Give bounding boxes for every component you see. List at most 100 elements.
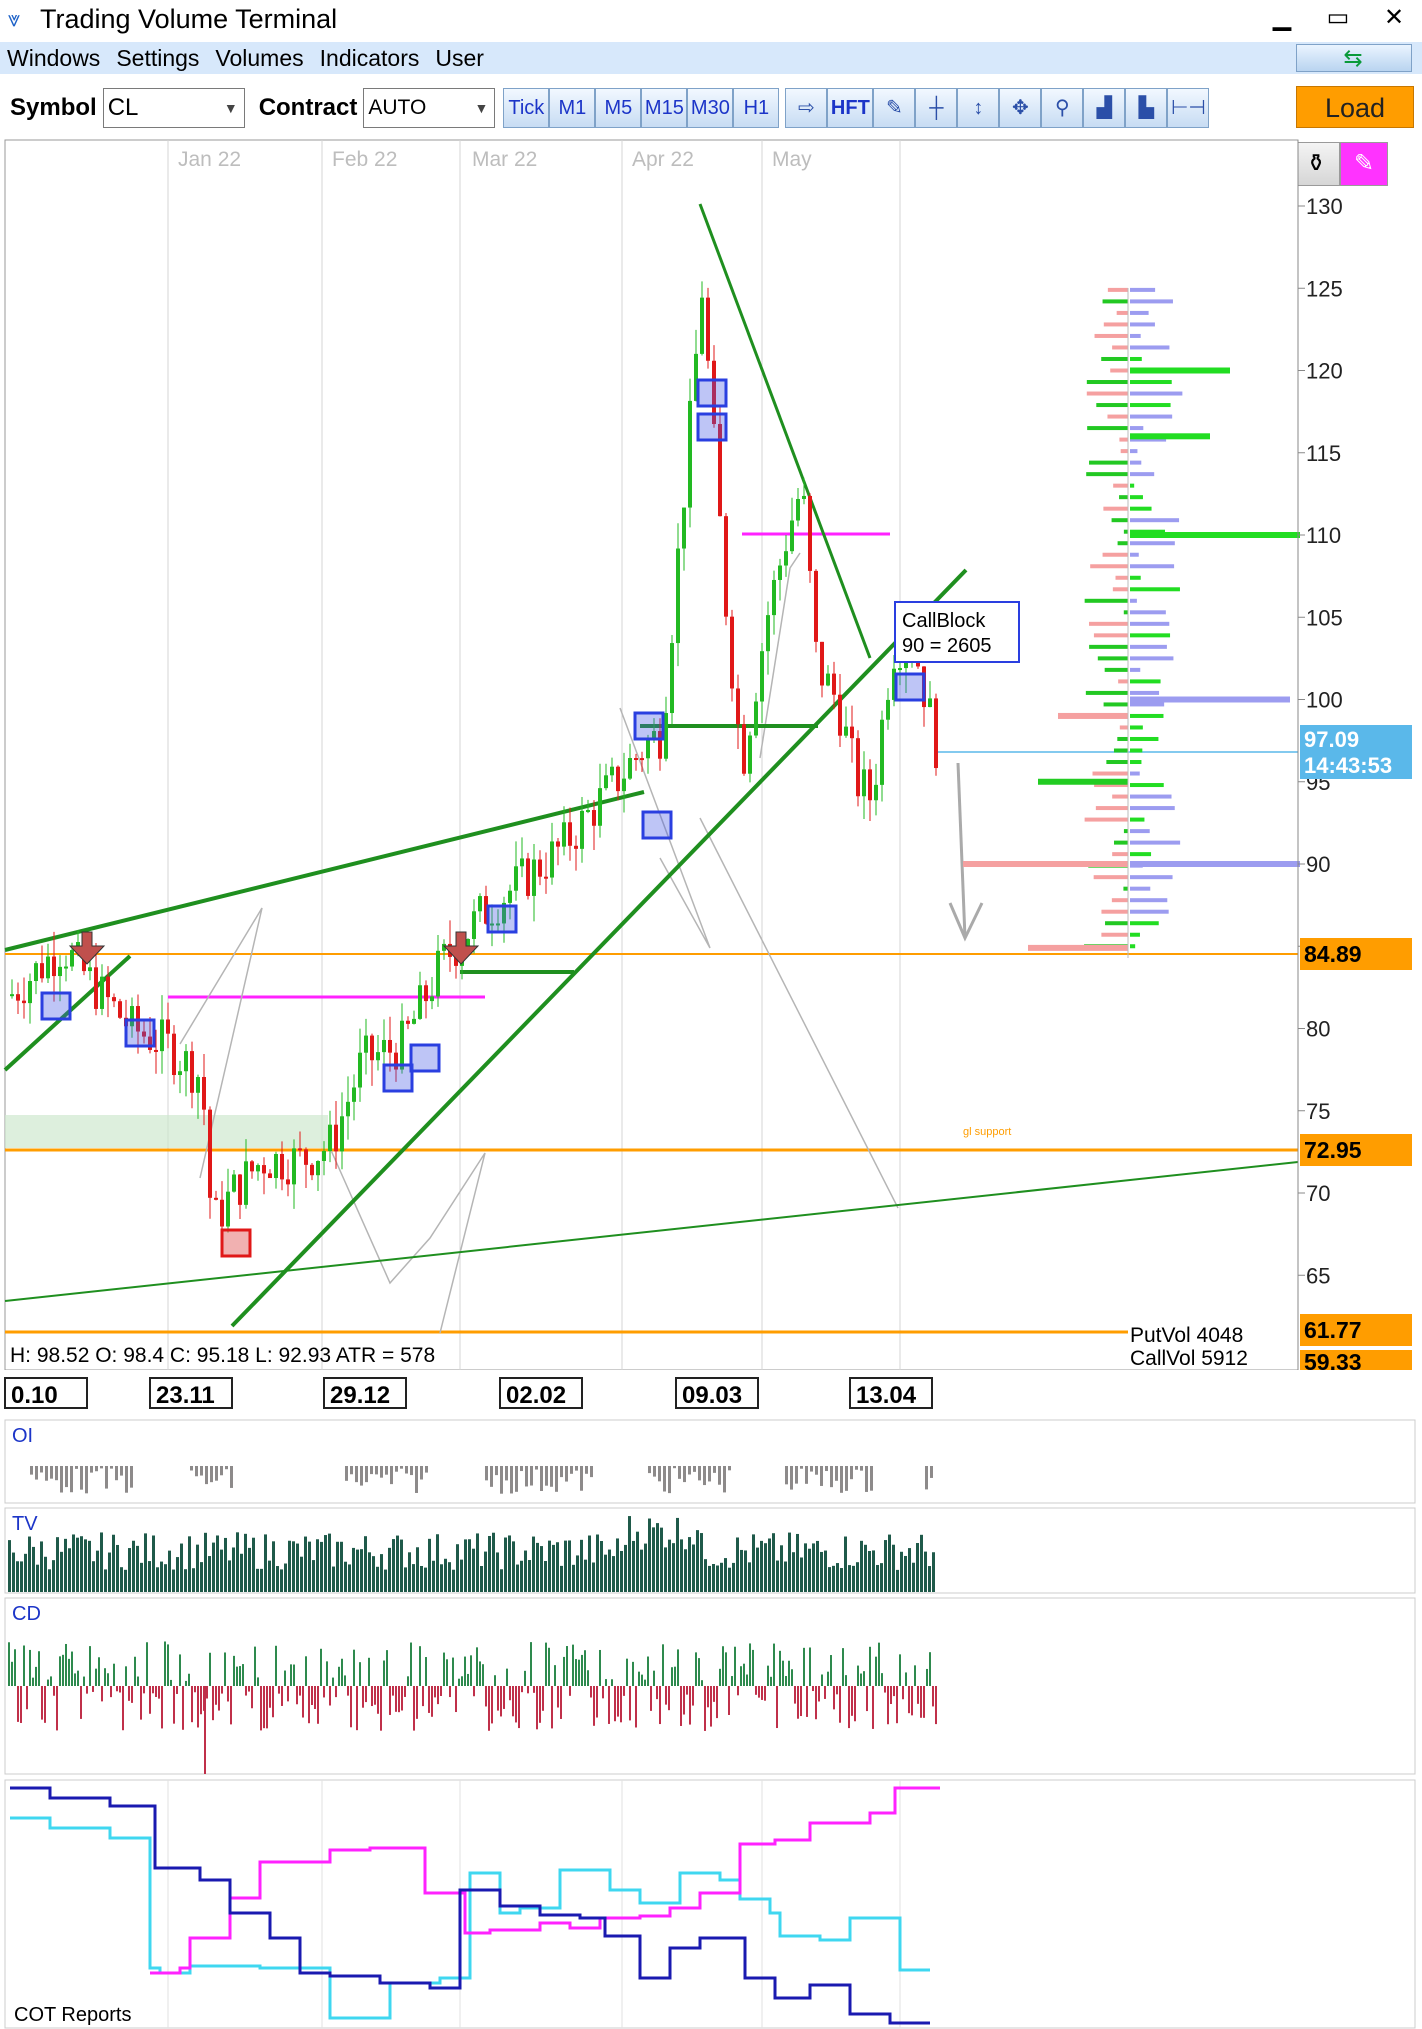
vertical-resize-icon[interactable]: ↕ xyxy=(957,88,1000,128)
cd-bar xyxy=(314,1686,316,1709)
profile-bar-left xyxy=(1106,760,1128,765)
minimize-button[interactable]: ▁ xyxy=(1254,0,1310,38)
candle-body xyxy=(400,1020,404,1070)
candle-body xyxy=(640,758,644,761)
candle-body xyxy=(730,616,734,689)
candle-body xyxy=(370,1035,374,1061)
candle-body xyxy=(298,1148,302,1151)
maximize-button[interactable]: ▭ xyxy=(1310,0,1366,38)
menu-volumes[interactable]: Volumes xyxy=(215,45,303,72)
tf-tick-button[interactable]: Tick xyxy=(503,88,550,128)
tv-bar xyxy=(8,1540,11,1592)
cd-bar xyxy=(935,1686,937,1725)
cd-bar xyxy=(539,1686,541,1723)
oi-bar xyxy=(860,1466,863,1471)
range-icon[interactable]: ⊢⊣ xyxy=(1167,88,1210,128)
tv-bar xyxy=(364,1536,367,1592)
tv-bar xyxy=(616,1538,619,1592)
candle-body xyxy=(934,698,938,769)
candle-body xyxy=(232,1174,236,1192)
pen-icon[interactable]: ✎ xyxy=(873,88,916,128)
delta-bars-icon[interactable]: ▙ xyxy=(1125,88,1168,128)
profile-bar-right xyxy=(1130,414,1173,419)
cd-bar xyxy=(932,1686,934,1707)
oi-bar xyxy=(355,1466,358,1483)
tf-m1-button[interactable]: M1 xyxy=(549,88,596,128)
menu-settings[interactable]: Settings xyxy=(116,45,199,72)
profile-bar-left xyxy=(1102,552,1128,557)
candle-body xyxy=(244,1161,248,1205)
candle-body xyxy=(10,994,14,997)
cd-bar xyxy=(410,1642,412,1686)
contract-select[interactable]: AUTO ▼ xyxy=(363,88,496,128)
tf-m30-button[interactable]: M30 xyxy=(687,88,734,128)
sync-button[interactable]: ⇆ xyxy=(1296,44,1412,72)
tv-bar xyxy=(140,1562,143,1592)
tf-m5-button[interactable]: M5 xyxy=(595,88,642,128)
load-button[interactable]: Load xyxy=(1296,86,1414,128)
callvol-readout: CallVol 5912 xyxy=(1130,1347,1248,1370)
tv-bar xyxy=(304,1536,307,1592)
menu-windows[interactable]: Windows xyxy=(7,45,100,72)
cd-bar xyxy=(653,1670,655,1686)
cd-bar xyxy=(479,1661,481,1686)
star-arrow-icon[interactable]: ⇨ xyxy=(785,88,828,128)
tv-bar xyxy=(700,1533,703,1592)
menu-indicators[interactable]: Indicators xyxy=(320,45,420,72)
price-tick-label: 70 xyxy=(1306,1181,1330,1206)
tv-bar xyxy=(692,1544,695,1592)
oi-bar xyxy=(825,1466,828,1472)
profile-bar-right xyxy=(1130,495,1143,500)
oi-bar xyxy=(115,1466,118,1481)
cd-bar xyxy=(830,1655,832,1686)
move-icon[interactable]: ✥ xyxy=(999,88,1042,128)
zoom-icon[interactable]: ⚲ xyxy=(1041,88,1084,128)
tv-bar xyxy=(760,1540,763,1592)
profile-bar-right xyxy=(1130,932,1140,937)
cd-bar xyxy=(404,1686,406,1697)
cd-bar xyxy=(293,1664,295,1686)
tf-h1-button[interactable]: H1 xyxy=(733,88,780,128)
price-tick-label: 125 xyxy=(1306,276,1343,301)
tv-bar xyxy=(704,1559,707,1592)
oi-bar xyxy=(360,1466,363,1486)
oi-bar xyxy=(658,1466,661,1482)
tv-bar xyxy=(260,1568,263,1592)
cd-bar xyxy=(128,1686,130,1701)
cot-pane: COT Reports xyxy=(4,1779,1416,2029)
tv-bar xyxy=(172,1569,175,1592)
profile-bar-left xyxy=(1086,391,1128,396)
profile-bar-left xyxy=(1118,679,1128,684)
hft-button[interactable]: HFT xyxy=(827,88,874,128)
cd-bar xyxy=(455,1686,457,1713)
candle-body xyxy=(160,1019,164,1052)
volume-bars-icon[interactable]: ▟ xyxy=(1083,88,1126,128)
tv-bar xyxy=(148,1561,151,1592)
candle-body xyxy=(220,1199,224,1227)
tv-bar xyxy=(516,1564,519,1592)
cd-bar xyxy=(569,1686,571,1696)
cd-bar xyxy=(326,1661,328,1686)
tf-m15-button[interactable]: M15 xyxy=(641,88,688,128)
profile-bar-right xyxy=(1130,840,1181,845)
tv-bar xyxy=(624,1544,627,1592)
profile-bar-right xyxy=(1130,736,1159,741)
cd-bar xyxy=(692,1686,694,1706)
close-button[interactable]: ✕ xyxy=(1366,0,1422,38)
oi-bar xyxy=(400,1466,403,1469)
tv-bar xyxy=(244,1533,247,1592)
price-chart[interactable]: Jan 22 Feb 22 Mar 22 Apr 22 May CallBlock 90… xyxy=(0,138,1422,1370)
candle-body xyxy=(688,400,692,508)
symbol-select[interactable]: CL ▼ xyxy=(102,88,245,128)
tv-bar xyxy=(300,1556,303,1592)
crosshair-icon[interactable]: ┼ xyxy=(915,88,958,128)
cd-bar xyxy=(797,1686,799,1719)
candle-body xyxy=(898,668,902,671)
profile-bar-left xyxy=(1093,875,1128,880)
menu-user[interactable]: User xyxy=(435,45,484,72)
tv-bar xyxy=(52,1560,55,1592)
signal-box xyxy=(382,1063,414,1093)
cd-bar xyxy=(116,1686,118,1692)
candle-body xyxy=(832,673,836,695)
oi-bar xyxy=(668,1466,671,1494)
